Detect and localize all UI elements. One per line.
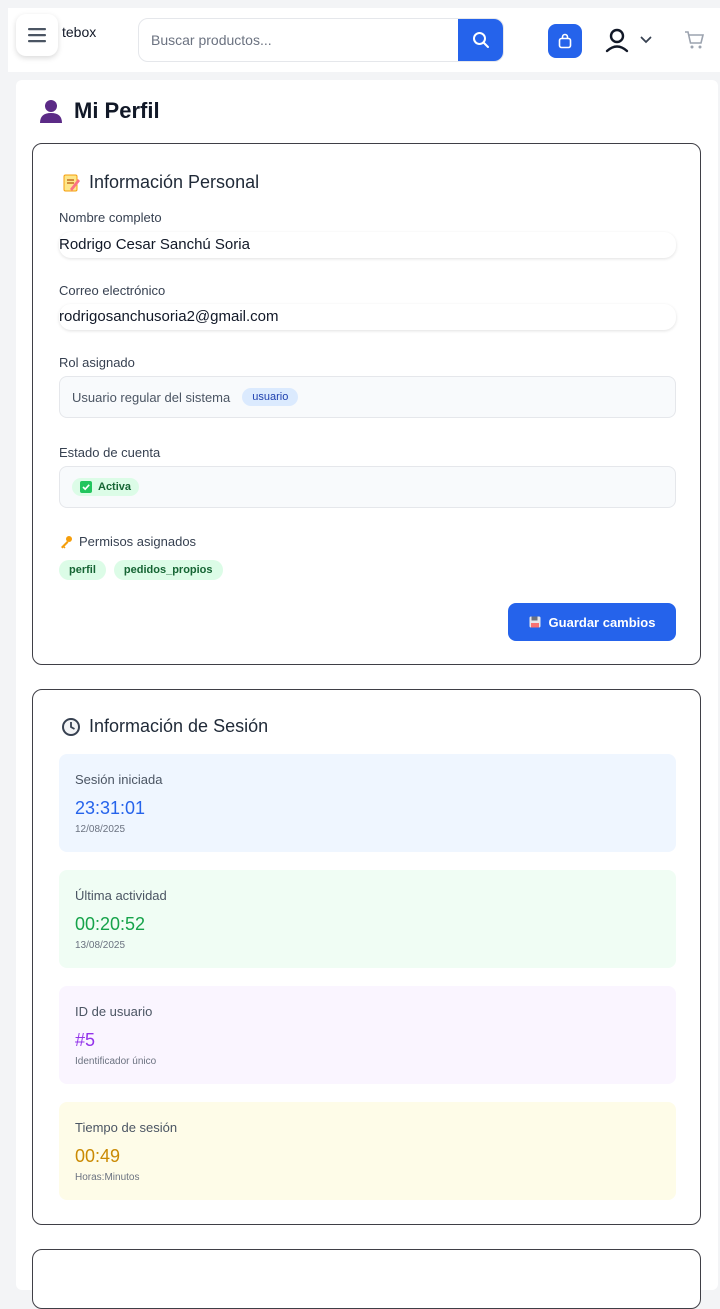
shopping-bag-icon xyxy=(558,33,572,49)
cart-icon xyxy=(685,31,705,49)
next-card xyxy=(32,1249,701,1309)
permission-tag: pedidos_propios xyxy=(113,560,223,580)
chevron-down-icon xyxy=(640,36,652,44)
stat-label: Última actividad xyxy=(75,888,167,903)
stat-label: Sesión iniciada xyxy=(75,772,163,787)
name-field[interactable]: Rodrigo Cesar Sanchú Soria xyxy=(59,232,676,258)
stat-card-session-start: Sesión iniciada 23:31:01 12/08/2025 xyxy=(59,754,676,852)
stat-card-last-activity: Última actividad 00:20:52 13/08/2025 xyxy=(59,870,676,968)
permissions-list: perfil pedidos_propios xyxy=(59,560,223,580)
save-changes-button[interactable]: Guardar cambios xyxy=(508,603,676,641)
role-text: Usuario regular del sistema xyxy=(72,389,231,405)
user-profile-icon xyxy=(40,100,62,123)
save-changes-label: Guardar cambios xyxy=(548,614,656,630)
search-icon xyxy=(472,32,489,48)
status-badge-text: Activa xyxy=(98,481,132,493)
page-title: Mi Perfil xyxy=(38,98,160,124)
user-menu-button[interactable] xyxy=(604,24,664,56)
role-label: Rol asignado xyxy=(59,355,135,370)
stat-value: 00:49 xyxy=(75,1146,121,1166)
permission-tag: perfil xyxy=(59,560,106,580)
session-info-title: Información de Sesión xyxy=(61,716,268,737)
status-label: Estado de cuenta xyxy=(59,445,161,460)
personal-info-title: Información Personal xyxy=(61,172,259,193)
stat-sub: Identificador único xyxy=(75,1056,157,1067)
session-info-card: Información de Sesión Sesión iniciada 23… xyxy=(32,689,701,1225)
permissions-label-text: Permisos asignados xyxy=(79,534,197,549)
menu-icon xyxy=(28,28,46,43)
check-box-icon xyxy=(80,481,92,493)
memo-icon xyxy=(63,174,80,191)
page-title-text: Mi Perfil xyxy=(74,98,160,123)
permissions-label: Permisos asignados xyxy=(59,534,196,549)
stat-value: #5 xyxy=(75,1030,96,1050)
role-field: Usuario regular del sistema usuario xyxy=(59,376,676,418)
brand-name[interactable]: tebox xyxy=(62,24,96,40)
stat-value: 00:20:52 xyxy=(75,914,146,934)
email-label: Correo electrónico xyxy=(59,283,166,298)
stat-label: ID de usuario xyxy=(75,1004,153,1019)
user-icon xyxy=(605,28,629,53)
role-badge: usuario xyxy=(242,388,299,406)
floppy-disk-icon xyxy=(529,616,541,628)
stat-label: Tiempo de sesión xyxy=(75,1120,178,1135)
search-bar xyxy=(138,18,504,62)
stat-sub: Horas:Minutos xyxy=(75,1172,140,1183)
session-info-title-text: Información de Sesión xyxy=(89,716,269,736)
stat-value: 23:31:01 xyxy=(75,798,146,818)
search-input[interactable] xyxy=(139,19,459,61)
personal-info-title-text: Información Personal xyxy=(89,172,260,192)
clock-icon xyxy=(62,717,80,736)
stat-card-user-id: ID de usuario #5 Identificador único xyxy=(59,986,676,1084)
status-field: Activa xyxy=(59,466,676,508)
personal-info-card: Información Personal Nombre completo Rod… xyxy=(32,143,701,665)
email-field[interactable]: rodrigosanchusoria2@gmail.com xyxy=(59,304,676,330)
status-badge: Activa xyxy=(72,478,140,496)
key-icon xyxy=(61,535,72,548)
stat-sub: 13/08/2025 xyxy=(75,940,126,951)
cart-button[interactable] xyxy=(684,30,708,54)
stat-card-session-time: Tiempo de sesión 00:49 Horas:Minutos xyxy=(59,1102,676,1200)
shopping-bag-button[interactable] xyxy=(548,24,582,58)
search-button[interactable] xyxy=(458,19,503,61)
stat-sub: 12/08/2025 xyxy=(75,824,126,835)
menu-button[interactable] xyxy=(16,14,58,56)
name-label: Nombre completo xyxy=(59,210,162,225)
